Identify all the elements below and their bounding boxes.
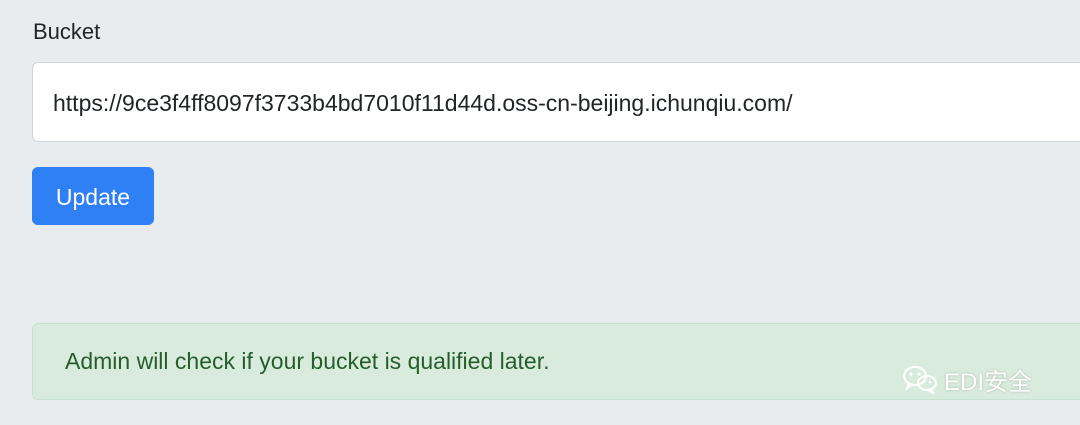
- alert-message: Admin will check if your bucket is quali…: [65, 348, 550, 374]
- watermark: EDI安全: [902, 362, 1032, 396]
- bucket-label: Bucket: [33, 19, 101, 44]
- bucket-input-value: https://9ce3f4ff8097f3733b4bd7010f11d44d…: [53, 90, 793, 116]
- wechat-icon: [902, 364, 938, 394]
- update-button[interactable]: Update: [32, 167, 154, 225]
- watermark-text: EDI安全: [944, 368, 1033, 396]
- bucket-input[interactable]: https://9ce3f4ff8097f3733b4bd7010f11d44d…: [32, 62, 1080, 142]
